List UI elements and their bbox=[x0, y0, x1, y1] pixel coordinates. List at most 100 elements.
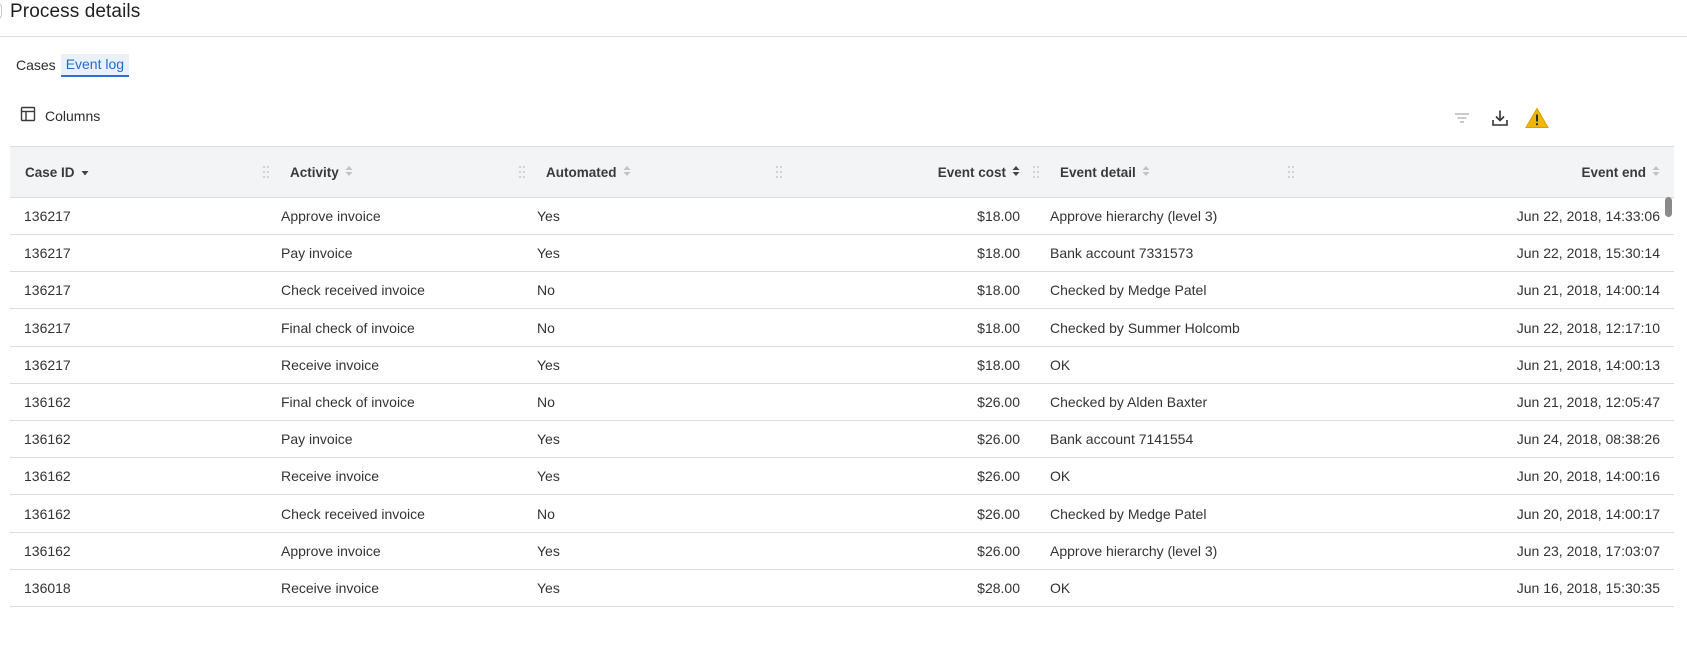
cell-case-id: 136217 bbox=[24, 282, 71, 299]
table-row[interactable]: 136217 Check received invoice No $18.00 Chec… bbox=[10, 272, 1674, 310]
table-row[interactable]: 136217 Final check of invoice No $18.00 Chec… bbox=[10, 310, 1674, 347]
cell-event-end: Jun 21, 2018, 12:05:47 bbox=[1516, 394, 1660, 410]
sort-icon[interactable] bbox=[1652, 165, 1660, 180]
cell-event-detail: OK bbox=[1050, 580, 1071, 596]
cell-event-end: Jun 21, 2018, 14:00:14 bbox=[1516, 282, 1660, 299]
table-row[interactable]: 136162 Approve invoice Yes $26.00 Approve hi… bbox=[10, 533, 1674, 570]
column-label: Activity bbox=[290, 164, 339, 180]
cell-event-end: Jun 22, 2018, 15:30:14 bbox=[1516, 245, 1660, 262]
cell-case-id: 136217 bbox=[24, 208, 71, 224]
column-resize-handle[interactable] bbox=[262, 165, 270, 179]
sort-active-icon[interactable] bbox=[1012, 165, 1020, 180]
warning-icon[interactable] bbox=[1525, 106, 1549, 130]
column-resize-handle[interactable] bbox=[775, 165, 783, 179]
sort-icon[interactable] bbox=[1142, 165, 1150, 180]
cell-event-detail: Bank account 7331573 bbox=[1050, 245, 1194, 262]
cell-automated: Yes bbox=[537, 580, 560, 596]
column-header-event-cost[interactable]: Event cost bbox=[800, 147, 1020, 197]
columns-label: Columns bbox=[45, 107, 101, 124]
cell-case-id: 136162 bbox=[24, 431, 71, 448]
table-toolbar: Columns bbox=[10, 102, 1672, 134]
cell-event-cost: $26.00 bbox=[977, 505, 1020, 522]
cell-activity: Approve invoice bbox=[281, 208, 381, 224]
cell-case-id: 136162 bbox=[24, 394, 71, 410]
cell-event-end: Jun 16, 2018, 15:30:35 bbox=[1516, 580, 1660, 596]
cell-event-detail: OK bbox=[1050, 468, 1071, 485]
sort-icon[interactable] bbox=[623, 165, 631, 180]
cell-event-cost: $18.00 bbox=[977, 356, 1020, 373]
column-resize-handle[interactable] bbox=[1287, 165, 1295, 179]
vertical-scrollbar[interactable] bbox=[1665, 197, 1672, 217]
sort-descending-icon[interactable] bbox=[81, 165, 89, 180]
tab-event-log[interactable]: Event log bbox=[60, 53, 130, 77]
cell-automated: Yes bbox=[537, 245, 560, 262]
cell-event-cost: $26.00 bbox=[977, 394, 1020, 410]
cell-event-end: Jun 21, 2018, 14:00:13 bbox=[1516, 356, 1660, 373]
column-label: Case ID bbox=[25, 164, 75, 180]
cell-event-end: Jun 22, 2018, 14:33:06 bbox=[1516, 208, 1660, 224]
column-header-automated[interactable]: Automated bbox=[546, 147, 631, 197]
tab-cases[interactable]: Cases bbox=[11, 55, 61, 76]
cell-event-cost: $18.00 bbox=[977, 208, 1020, 224]
cell-case-id: 136162 bbox=[24, 542, 71, 559]
cell-event-end: Jun 23, 2018, 17:03:07 bbox=[1516, 542, 1660, 559]
cell-case-id: 136217 bbox=[24, 245, 71, 262]
cell-automated: No bbox=[537, 319, 555, 336]
column-label: Event end bbox=[1581, 164, 1646, 180]
filter-icon[interactable] bbox=[1450, 106, 1474, 130]
cell-automated: No bbox=[537, 505, 555, 522]
cell-automated: No bbox=[537, 394, 555, 410]
column-header-event-detail[interactable]: Event detail bbox=[1060, 147, 1150, 197]
tab-bar: Cases Event log bbox=[11, 53, 130, 77]
table-row[interactable]: 136162 Final check of invoice No $26.00 Chec… bbox=[10, 384, 1674, 421]
cell-event-detail: Checked by Summer Holcomb bbox=[1050, 319, 1240, 336]
cell-automated: Yes bbox=[537, 468, 560, 485]
column-resize-handle[interactable] bbox=[1032, 165, 1040, 179]
cell-event-cost: $26.00 bbox=[977, 431, 1020, 448]
table-row[interactable]: 136018 Receive invoice Yes $28.00 OK Jun 16, … bbox=[10, 570, 1674, 607]
table-row[interactable]: 136162 Check received invoice No $26.00 Chec… bbox=[10, 496, 1674, 533]
table-row[interactable]: 136217 Approve invoice Yes $18.00 Approve hi… bbox=[10, 198, 1674, 235]
table-row[interactable]: 136217 Receive invoice Yes $18.00 OK Jun 21, … bbox=[10, 347, 1674, 384]
column-label: Event cost bbox=[937, 164, 1006, 180]
cell-event-cost: $28.00 bbox=[977, 580, 1020, 596]
download-icon[interactable] bbox=[1488, 106, 1512, 130]
cell-event-detail: Checked by Medge Patel bbox=[1050, 505, 1207, 522]
table-row[interactable]: 136217 Pay invoice Yes $18.00 Bank account 7… bbox=[10, 235, 1674, 273]
cell-event-detail: Checked by Medge Patel bbox=[1050, 282, 1207, 299]
cell-activity: Pay invoice bbox=[281, 431, 353, 448]
column-resize-handle[interactable] bbox=[518, 165, 526, 179]
cell-case-id: 136162 bbox=[24, 468, 71, 485]
cell-activity: Pay invoice bbox=[281, 245, 353, 262]
event-log-table: Case ID Activity Automated Event cost Ev… bbox=[10, 146, 1674, 645]
panel-edge-handle[interactable] bbox=[0, 3, 2, 19]
column-header-event-end[interactable]: Event end bbox=[1310, 147, 1660, 197]
cell-event-cost: $18.00 bbox=[977, 319, 1020, 336]
page-header: Process details bbox=[0, 0, 1687, 37]
cell-activity: Receive invoice bbox=[281, 468, 380, 485]
cell-event-end: Jun 20, 2018, 14:00:16 bbox=[1516, 468, 1660, 485]
column-header-activity[interactable]: Activity bbox=[290, 147, 353, 197]
cell-activity: Final check of invoice bbox=[281, 319, 415, 336]
cell-automated: No bbox=[537, 282, 555, 299]
cell-event-end: Jun 24, 2018, 08:38:26 bbox=[1516, 431, 1660, 448]
columns-button[interactable]: Columns bbox=[20, 106, 100, 125]
table-header: Case ID Activity Automated Event cost Ev… bbox=[10, 146, 1674, 198]
cell-activity: Receive invoice bbox=[281, 580, 380, 596]
page-title: Process details bbox=[10, 1, 141, 22]
cell-event-detail: Bank account 7141554 bbox=[1050, 431, 1194, 448]
table-row[interactable]: 136162 Pay invoice Yes $26.00 Bank account 7… bbox=[10, 421, 1674, 459]
table-row[interactable]: 136162 Receive invoice Yes $26.00 OK Jun 20, … bbox=[10, 458, 1674, 496]
cell-case-id: 136162 bbox=[24, 505, 71, 522]
cell-automated: Yes bbox=[537, 356, 560, 373]
column-header-case-id[interactable]: Case ID bbox=[25, 147, 89, 197]
cell-case-id: 136217 bbox=[24, 356, 71, 373]
cell-event-cost: $18.00 bbox=[977, 282, 1020, 299]
cell-event-end: Jun 22, 2018, 12:17:10 bbox=[1516, 319, 1660, 336]
cell-automated: Yes bbox=[537, 431, 560, 448]
sort-icon[interactable] bbox=[345, 165, 353, 180]
cell-activity: Check received invoice bbox=[281, 505, 425, 522]
cell-automated: Yes bbox=[537, 208, 560, 224]
columns-icon bbox=[20, 106, 36, 125]
column-label: Automated bbox=[546, 164, 617, 180]
